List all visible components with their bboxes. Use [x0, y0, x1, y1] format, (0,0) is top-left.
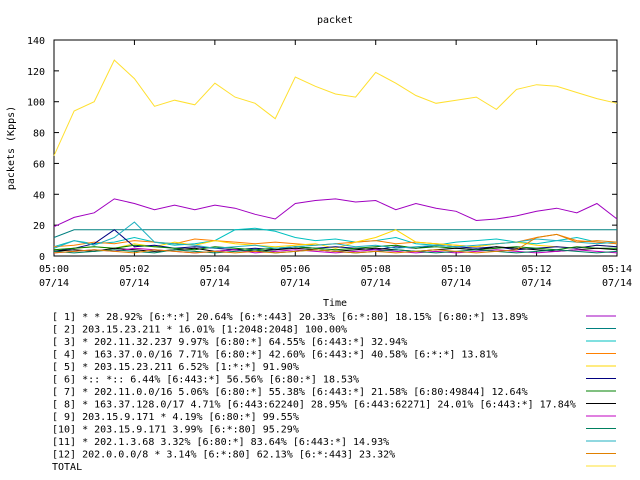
y-tick-label: 20	[33, 221, 45, 232]
x-axis-label: Time	[323, 298, 347, 309]
y-axis-label: packets (Kpps)	[6, 106, 17, 190]
x-tick-label-date: 07/14	[119, 278, 149, 289]
y-tick-label: 80	[33, 129, 45, 140]
legend-entry-label: [10] * 203.15.9.171 3.99% [6:*:80] 95.29…	[52, 425, 299, 436]
y-tick-label: 40	[33, 190, 45, 201]
x-tick-label-time: 05:12	[522, 264, 552, 275]
series-line-2	[53, 229, 617, 238]
x-tick-label-time: 05:00	[39, 264, 69, 275]
legend-entry-label: [ 6] *:: *:: 6.44% [6:443:*] 56.56% [6:8…	[52, 375, 359, 386]
y-tick-label: 0	[39, 252, 45, 263]
x-tick-label-date: 07/14	[361, 278, 391, 289]
legend-entry-label: [ 1] * * 28.92% [6:*:*] 20.64% [6:*:443]…	[52, 312, 528, 323]
legend-entry-label: [ 4] * 163.37.0.0/16 7.71% [6:80:*] 42.6…	[52, 350, 498, 361]
x-tick-label-time: 05:02	[119, 264, 149, 275]
x-tick-label-date: 07/14	[602, 278, 632, 289]
legend-entry-label: [12] 202.0.0.0/8 * 3.14% [6:*:80] 62.13%…	[52, 450, 395, 461]
legend-entry-label: [ 9] 203.15.9.171 * 4.19% [6:80:*] 99.55…	[52, 412, 299, 423]
x-tick-label-time: 05:06	[280, 264, 310, 275]
y-tick-label: 60	[33, 159, 45, 170]
y-tick-label: 100	[27, 98, 45, 109]
packet-chart: packet packets (Kpps) Time 0 20 40 60 80 100 1…	[6, 15, 632, 473]
x-tick-label-date: 07/14	[441, 278, 471, 289]
x-tick-label-time: 05:14	[602, 264, 632, 275]
legend-entry-label: [ 5] * 203.15.23.211 6.52% [1:*:*] 91.90…	[52, 362, 299, 373]
series-line-1	[53, 198, 618, 228]
x-tick-label-time: 05:04	[200, 264, 230, 275]
legend-entry-label: TOTAL	[52, 462, 82, 473]
x-tick-label-date: 07/14	[200, 278, 230, 289]
x-tick-label-date: 07/14	[522, 278, 552, 289]
series-line-13	[53, 59, 618, 156]
series-lines	[53, 59, 618, 254]
x-tick-label-time: 05:08	[361, 264, 391, 275]
legend-entry-label: [ 2] 203.15.23.211 * 16.01% [1:2048:2048…	[52, 325, 347, 336]
legend-entry-label: [ 8] * 163.37.128.0/17 4.71% [6:443:6224…	[52, 400, 576, 411]
legend-entry-label: [ 7] * 202.11.0.0/16 5.06% [6:80:*] 55.3…	[52, 387, 528, 398]
plot-frame	[53, 39, 618, 257]
x-tick-label-time: 05:10	[441, 264, 471, 275]
x-tick-label-date: 07/14	[39, 278, 69, 289]
y-tick-label: 140	[27, 36, 45, 47]
legend-entry-label: [ 3] * 202.11.32.237 9.97% [6:80:*] 64.5…	[52, 337, 407, 348]
legend: [ 1] * * 28.92% [6:*:*] 20.64% [6:*:443]…	[52, 312, 616, 473]
legend-entry-label: [11] * 202.1.3.68 3.32% [6:80:*] 83.64% …	[52, 437, 389, 448]
x-tick-label-date: 07/14	[280, 278, 310, 289]
chart-title: packet	[317, 15, 353, 26]
y-tick-label: 120	[27, 67, 45, 78]
